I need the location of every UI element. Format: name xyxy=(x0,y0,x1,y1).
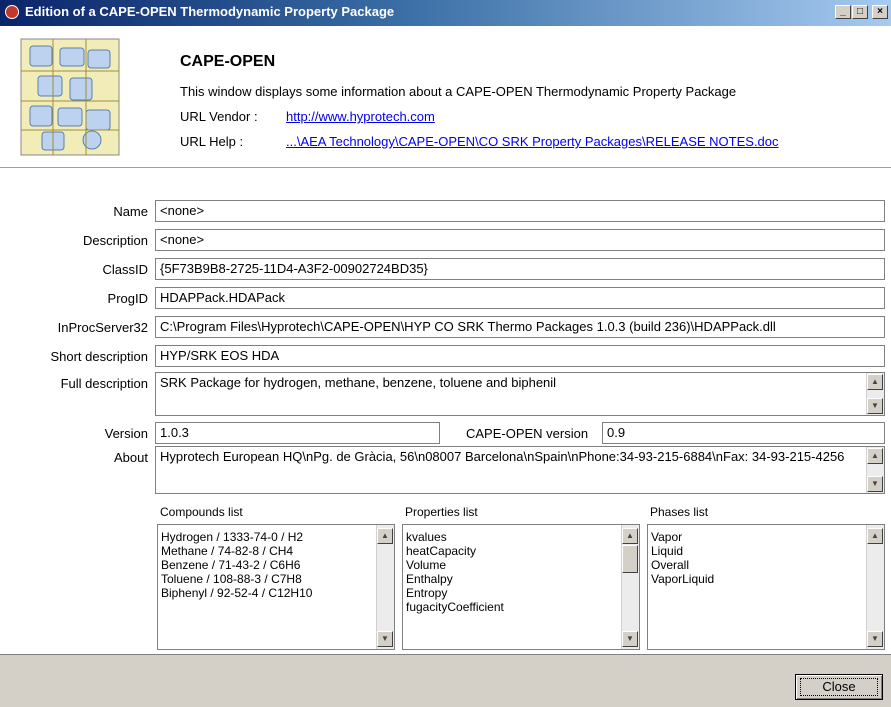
compounds-list-label: Compounds list xyxy=(160,505,243,519)
scroll-up-icon[interactable]: ▲ xyxy=(867,374,883,390)
properties-list[interactable]: kvalues heatCapacity Volume Enthalpy Ent… xyxy=(402,524,640,650)
scroll-down-icon[interactable]: ▼ xyxy=(867,476,883,492)
list-item[interactable]: Toluene / 108-88-3 / C7H8 xyxy=(158,572,394,586)
close-button[interactable]: Close xyxy=(795,674,883,700)
list-item[interactable]: Liquid xyxy=(648,544,884,558)
list-item[interactable]: heatCapacity xyxy=(403,544,639,558)
scroll-up-icon[interactable]: ▲ xyxy=(867,528,883,544)
name-field[interactable]: <none> xyxy=(155,200,885,222)
classid-label: ClassID xyxy=(102,262,148,277)
progid-field[interactable]: HDAPPack.HDAPack xyxy=(155,287,885,309)
description-label: Description xyxy=(82,233,148,248)
scroll-down-icon[interactable]: ▼ xyxy=(622,631,638,647)
app-icon[interactable] xyxy=(5,5,19,19)
inprocserver32-label: InProcServer32 xyxy=(57,320,148,335)
short-description-field[interactable]: HYP/SRK EOS HDA xyxy=(155,345,885,367)
scroll-up-icon[interactable]: ▲ xyxy=(377,528,393,544)
compounds-list[interactable]: Hydrogen / 1333-74-0 / H2 Methane / 74-8… xyxy=(157,524,395,650)
scroll-down-icon[interactable]: ▼ xyxy=(867,398,883,414)
phases-list-label: Phases list xyxy=(650,505,709,519)
scroll-up-icon[interactable]: ▲ xyxy=(622,528,638,544)
list-item[interactable]: Benzene / 71-43-2 / C6H6 xyxy=(158,558,394,572)
list-item[interactable]: Volume xyxy=(403,558,639,572)
scroll-down-icon[interactable]: ▼ xyxy=(867,631,883,647)
list-item[interactable]: Biphenyl / 92-52-4 / C12H10 xyxy=(158,586,394,600)
puzzle-logo-icon xyxy=(20,38,120,156)
properties-list-label: Properties list xyxy=(405,505,478,519)
about-text: Hyprotech European HQ\nPg. de Gràcia, 56… xyxy=(160,449,845,464)
window-title: Edition of a CAPE-OPEN Thermodynamic Pro… xyxy=(25,4,395,19)
list-item[interactable]: Hydrogen / 1333-74-0 / H2 xyxy=(158,530,394,544)
name-label: Name xyxy=(113,204,148,219)
list-item[interactable]: Entropy xyxy=(403,586,639,600)
phases-list[interactable]: Vapor Liquid Overall VaporLiquid xyxy=(647,524,885,650)
capeopen-version-label: CAPE-OPEN version xyxy=(466,426,589,441)
list-item[interactable]: Enthalpy xyxy=(403,572,639,586)
version-label: Version xyxy=(104,426,148,441)
url-help-link[interactable]: ...\AEA Technology\CAPE-OPEN\CO SRK Prop… xyxy=(286,134,779,149)
progid-label: ProgID xyxy=(107,291,148,306)
list-item[interactable]: kvalues xyxy=(403,530,639,544)
scroll-up-icon[interactable]: ▲ xyxy=(867,448,883,464)
url-help-label: URL Help : xyxy=(180,134,244,149)
focus-ring xyxy=(800,678,878,696)
minimize-button[interactable]: _ xyxy=(835,5,851,19)
maximize-button[interactable]: □ xyxy=(852,5,868,19)
header-description: This window displays some information ab… xyxy=(180,84,737,99)
list-item[interactable]: Methane / 74-82-8 / CH4 xyxy=(158,544,394,558)
list-item[interactable]: fugacityCoefficient xyxy=(403,600,639,614)
inprocserver32-field[interactable]: C:\Program Files\Hyprotech\CAPE-OPEN\HYP… xyxy=(155,316,885,338)
about-field[interactable]: Hyprotech European HQ\nPg. de Gràcia, 56… xyxy=(155,446,885,494)
close-window-button[interactable]: × xyxy=(872,5,888,19)
capeopen-version-field[interactable]: 0.9 xyxy=(602,422,885,444)
scroll-down-icon[interactable]: ▼ xyxy=(377,631,393,647)
classid-field[interactable]: {5F73B9B8-2725-11D4-A3F2-00902724BD35} xyxy=(155,258,885,280)
url-vendor-link[interactable]: http://www.hyprotech.com xyxy=(286,109,435,124)
short-description-label: Short description xyxy=(50,349,148,364)
version-field[interactable]: 1.0.3 xyxy=(155,422,440,444)
url-vendor-label: URL Vendor : xyxy=(180,109,258,124)
full-description-field[interactable]: SRK Package for hydrogen, methane, benze… xyxy=(155,372,885,416)
full-description-label: Full description xyxy=(60,376,148,391)
footer-bar xyxy=(0,654,891,707)
list-item[interactable]: VaporLiquid xyxy=(648,572,884,586)
description-field[interactable]: <none> xyxy=(155,229,885,251)
list-item[interactable]: Vapor xyxy=(648,530,884,544)
about-label: About xyxy=(114,450,148,465)
header-title: CAPE-OPEN xyxy=(180,53,276,70)
scroll-thumb[interactable] xyxy=(622,545,638,573)
list-item[interactable]: Overall xyxy=(648,558,884,572)
full-description-text: SRK Package for hydrogen, methane, benze… xyxy=(160,375,557,390)
